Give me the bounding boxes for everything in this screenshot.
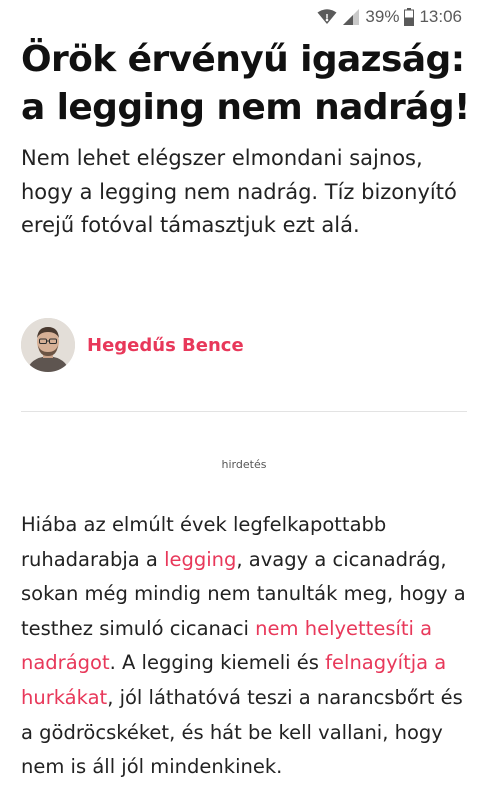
legging-link[interactable]: legging [164,548,236,571]
author-name-link[interactable]: Hegedűs Bence [87,335,244,356]
battery-icon [404,8,415,26]
article-lead: Nem lehet elégszer elmondani sajnos, hog… [21,146,457,237]
wifi-icon [317,9,337,25]
article-body-paragraph: Hiába az elmúlt évek legfelkapottabb ruh… [21,508,471,785]
battery-percent: 39% [365,7,400,26]
article-headline: Örök érvényű igazság: a legging nem nadr… [21,39,470,128]
status-bar: 39% 13:06 [0,0,488,34]
signal-icon [342,8,360,26]
author-byline[interactable]: Hegedűs Bence [21,318,244,372]
clock: 13:06 [419,7,462,26]
ad-label: hirdetés [221,458,267,471]
divider [21,411,467,412]
body-text-segment: . A legging kiemeli és [109,651,326,675]
avatar[interactable] [21,318,75,372]
